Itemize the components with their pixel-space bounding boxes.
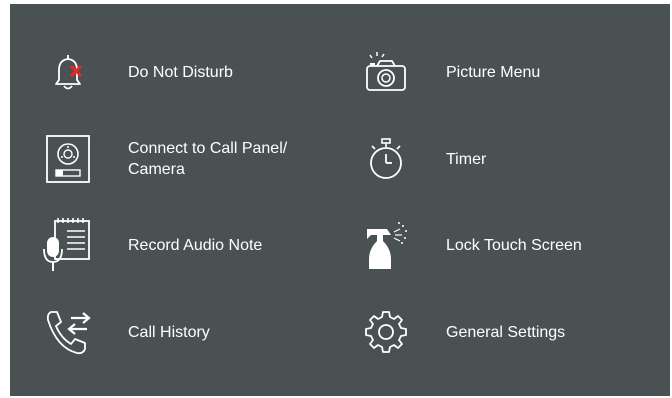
- bell-muted-icon: [38, 42, 98, 102]
- lock-touch-screen-label: Lock Touch Screen: [446, 236, 582, 254]
- picture-menu-label: Picture Menu: [446, 63, 541, 81]
- do-not-disturb-item[interactable]: Do Not Disturb: [38, 42, 233, 102]
- audio-note-icon: [38, 215, 98, 275]
- call-history-item[interactable]: Call History: [38, 302, 210, 362]
- general-settings-label: General Settings: [446, 323, 566, 341]
- camera-icon: [356, 42, 416, 102]
- menu-screen: Do Not Disturb Connect to Call Panel/ Ca…: [10, 4, 670, 396]
- gear-icon: [356, 302, 416, 362]
- call-history-label: Call History: [128, 323, 210, 341]
- do-not-disturb-label: Do Not Disturb: [128, 63, 233, 81]
- connect-call-panel-label: Connect to Call Panel/ Camera: [128, 140, 288, 178]
- cleaning-spray-icon: [356, 215, 416, 275]
- call-panel-icon: [38, 129, 98, 189]
- record-audio-note-label: Record Audio Note: [128, 236, 263, 254]
- lock-touch-screen-item[interactable]: Lock Touch Screen: [356, 215, 582, 275]
- record-audio-note-item[interactable]: Record Audio Note: [38, 215, 262, 275]
- timer-label: Timer: [446, 150, 487, 168]
- connect-call-panel-item[interactable]: Connect to Call Panel/ Camera: [38, 129, 287, 189]
- general-settings-item[interactable]: General Settings: [356, 302, 565, 362]
- picture-menu-item[interactable]: Picture Menu: [356, 42, 540, 102]
- stopwatch-icon: [356, 129, 416, 189]
- timer-item[interactable]: Timer: [356, 129, 486, 189]
- call-history-icon: [38, 302, 98, 362]
